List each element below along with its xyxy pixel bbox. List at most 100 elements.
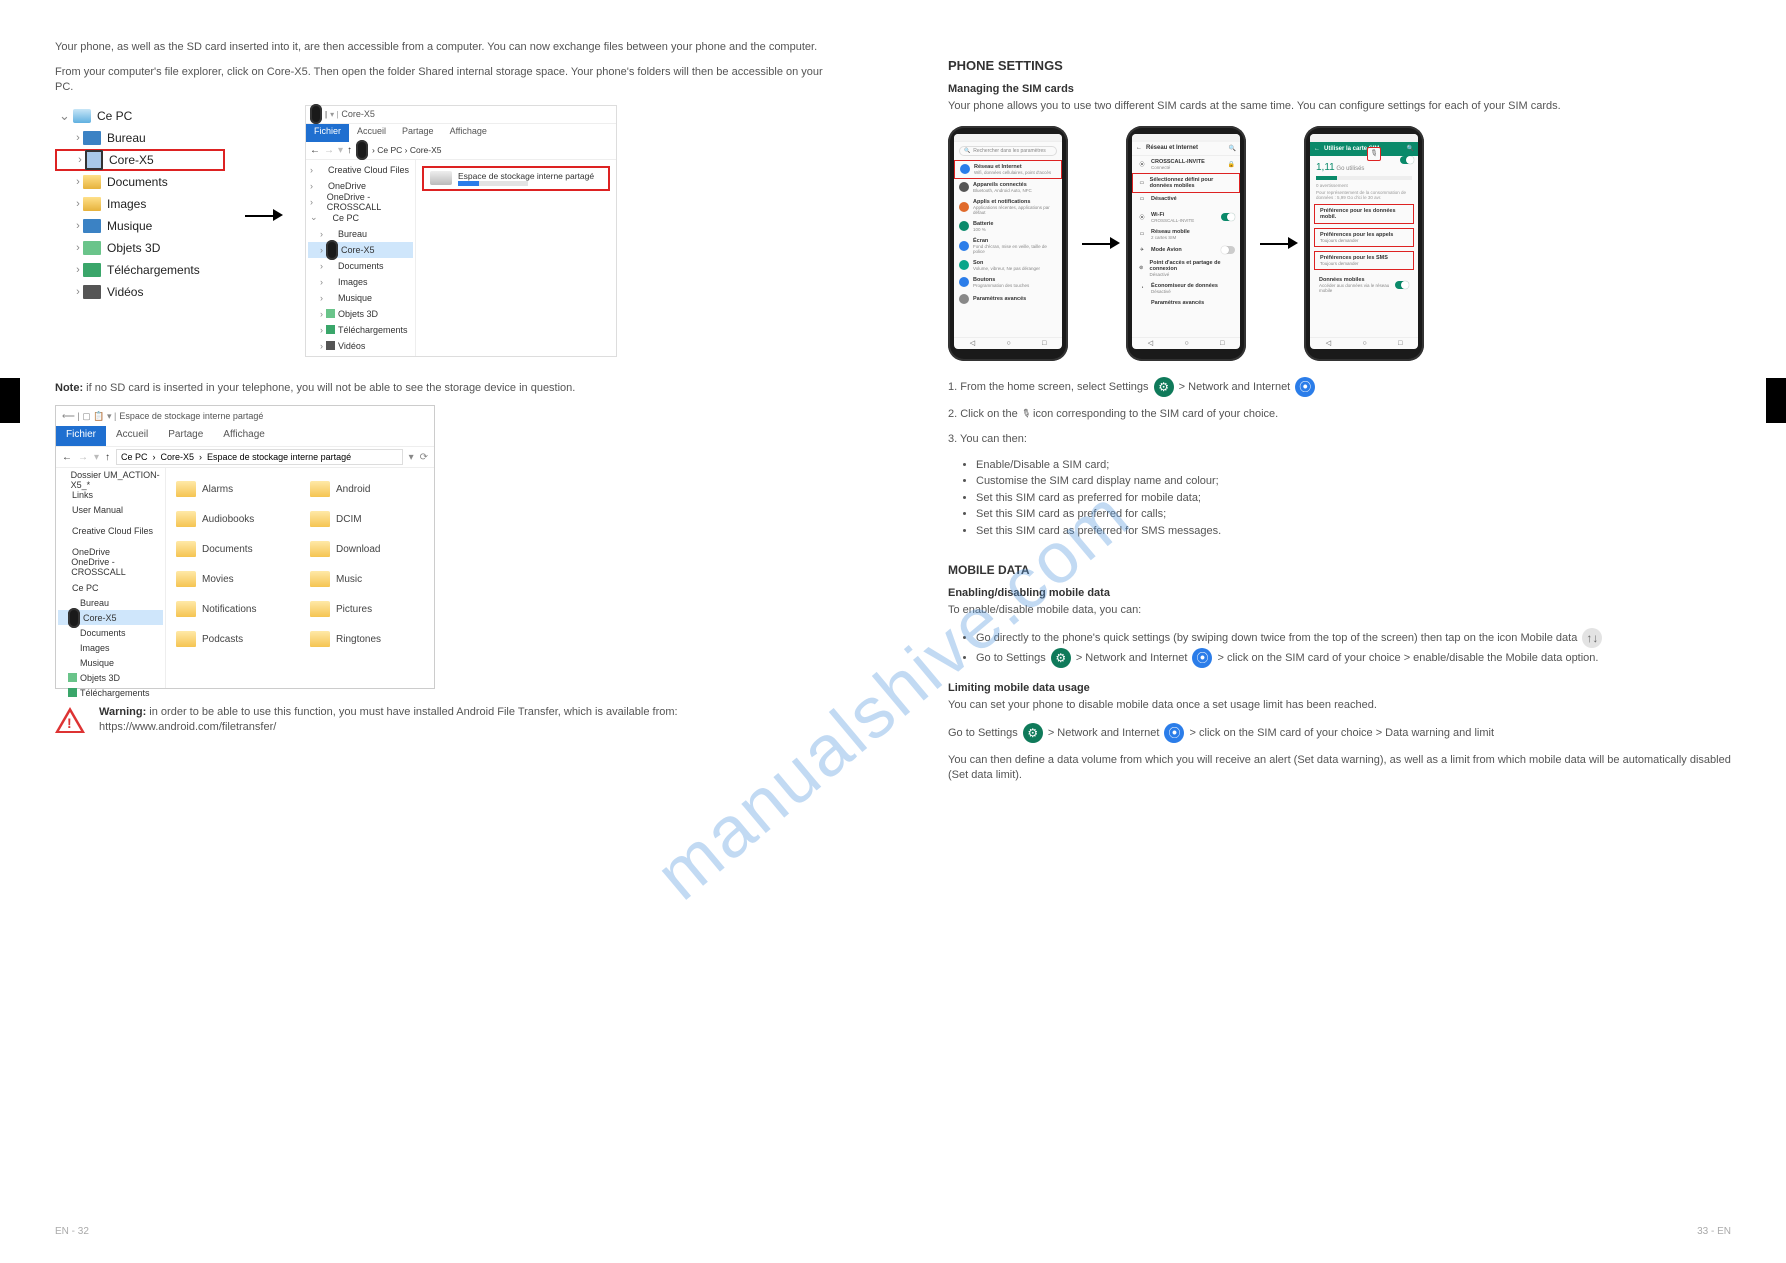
home-icon[interactable]: ○ <box>1006 340 1010 347</box>
net-item[interactable]: ⦿CROSSCALL-INVITEConnecté🔒 <box>1132 156 1240 173</box>
sidebar-item[interactable]: ›Images <box>308 274 413 290</box>
folder-item[interactable]: DCIM <box>310 504 424 534</box>
edit-sim-highlight[interactable]: ✎ <box>1367 147 1381 161</box>
sidebar-item-selected[interactable]: ›Core-X5 <box>308 242 413 258</box>
recents-icon[interactable]: □ <box>1398 340 1402 347</box>
settings-item[interactable]: Applis et notificationsApplications réce… <box>954 196 1062 218</box>
tree-item[interactable]: ›Téléchargements <box>55 259 225 281</box>
folder-item[interactable]: Music <box>310 564 424 594</box>
tree-root[interactable]: Ce PC <box>55 105 225 127</box>
sim-pref-calls[interactable]: Préférences pour les appelsToujours dema… <box>1314 228 1414 247</box>
folder-item[interactable]: Pictures <box>310 594 424 624</box>
toggle-on[interactable] <box>1400 156 1414 164</box>
sidebar-item[interactable]: ›OneDrive - CROSSCALL <box>308 194 413 210</box>
nav-up-icon[interactable]: ↑ <box>347 145 352 156</box>
sidebar-item[interactable]: Creative Cloud Files <box>58 523 163 538</box>
folder-item[interactable]: Android <box>310 474 424 504</box>
recents-icon[interactable]: □ <box>1042 340 1046 347</box>
net-item[interactable]: ◔Économiseur de donnéesDésactivé <box>1132 280 1240 297</box>
sidebar-item[interactable]: ›Documents <box>308 258 413 274</box>
folder-item[interactable]: Notifications <box>176 594 290 624</box>
folder-item[interactable]: Movies <box>176 564 290 594</box>
sidebar-item[interactable]: Objets 3D <box>58 670 163 685</box>
tree-item[interactable]: ›Objets 3D <box>55 237 225 259</box>
sidebar-item-selected[interactable]: Core-X5 <box>58 610 163 625</box>
toggle-on[interactable] <box>1395 281 1409 289</box>
tab-file[interactable]: Fichier <box>56 426 106 446</box>
sim-pref-sms[interactable]: Préférences pour les SMSToujours demande… <box>1314 251 1414 270</box>
tab-home[interactable]: Accueil <box>106 426 158 446</box>
home-icon[interactable]: ○ <box>1184 340 1188 347</box>
tree-item[interactable]: ›Documents <box>55 171 225 193</box>
sidebar-item[interactable]: User Manual <box>58 502 163 517</box>
settings-item[interactable]: Batterie100 % <box>954 218 1062 235</box>
tab-share[interactable]: Partage <box>394 124 442 142</box>
sidebar-item[interactable]: ›Objets 3D <box>308 306 413 322</box>
settings-item[interactable]: Appareils connectésBluetooth, Android Au… <box>954 179 1062 196</box>
home-icon[interactable]: ○ <box>1362 340 1366 347</box>
back-icon[interactable]: ← <box>1136 145 1142 151</box>
sidebar-item[interactable]: ›Creative Cloud Files <box>308 162 413 178</box>
folder-item[interactable]: Download <box>310 534 424 564</box>
sim-mobile-data[interactable]: Données mobilesAccéder aux données via l… <box>1314 274 1414 296</box>
sidebar-item[interactable]: Téléchargements <box>58 685 163 700</box>
nav-back-icon[interactable]: ← <box>62 452 72 463</box>
net-sim-item[interactable]: ▭Sélectionnez défini pour données mobile… <box>1132 173 1240 193</box>
nav-fwd-icon[interactable]: → <box>78 452 88 463</box>
toggle-on[interactable] <box>1221 213 1235 221</box>
sidebar-item[interactable]: Images <box>58 640 163 655</box>
sidebar-item[interactable]: Dossier UM_ACTION-X5_* <box>58 472 163 487</box>
tab-view[interactable]: Affichage <box>213 426 275 446</box>
nav-fwd-icon[interactable]: → <box>324 145 334 156</box>
search-icon[interactable]: 🔍 <box>1407 145 1414 152</box>
folder-item[interactable]: Audiobooks <box>176 504 290 534</box>
sidebar-item[interactable]: ⌄Ce PC <box>308 210 413 226</box>
back-icon[interactable]: ◁ <box>970 339 975 347</box>
folder-item[interactable]: Ringtones <box>310 624 424 654</box>
sidebar-item[interactable]: Musique <box>58 655 163 670</box>
folder-item[interactable]: Podcasts <box>176 624 290 654</box>
sidebar-item[interactable]: ›Vidéos <box>308 338 413 354</box>
back-icon[interactable]: ◁ <box>1326 339 1331 347</box>
net-item[interactable]: Paramètres avancés <box>1132 297 1240 309</box>
folder-icon <box>326 261 335 270</box>
net-item[interactable]: ▭Désactivé <box>1132 193 1240 205</box>
net-item[interactable]: ▭Réseau mobile2 cartes SIM <box>1132 226 1240 243</box>
settings-item[interactable]: BoutonsProgrammation des touches <box>954 274 1062 291</box>
folder-item[interactable]: Alarms <box>176 474 290 504</box>
net-item[interactable]: ⊚Point d'accès et partage de connexionDé… <box>1132 257 1240 280</box>
address-bar[interactable] <box>116 449 403 465</box>
sim-pref-data[interactable]: Préférence pour les données mobil. <box>1314 204 1414 224</box>
tree-item-selected[interactable]: ›Core-X5 <box>55 149 225 171</box>
search-icon[interactable]: 🔍 <box>1229 145 1236 152</box>
tree-item[interactable]: ›Musique <box>55 215 225 237</box>
tree-item[interactable]: ›Bureau <box>55 127 225 149</box>
storage-drive[interactable]: Espace de stockage interne partagé <box>422 166 610 191</box>
net-item[interactable]: ✈Mode Avion <box>1132 243 1240 257</box>
settings-item[interactable]: Paramètres avancés <box>954 291 1062 307</box>
nav-up-icon[interactable]: ↑ <box>105 452 110 463</box>
sidebar-item[interactable]: ›Téléchargements <box>308 322 413 338</box>
back-icon[interactable]: ◁ <box>1148 339 1153 347</box>
tab-share[interactable]: Partage <box>158 426 213 446</box>
settings-network[interactable]: Réseau et InternetWifi, données cellulai… <box>954 160 1062 179</box>
tab-home[interactable]: Accueil <box>349 124 394 142</box>
tab-view[interactable]: Affichage <box>442 124 495 142</box>
recents-icon[interactable]: □ <box>1220 340 1224 347</box>
back-icon[interactable]: ← <box>1314 146 1320 152</box>
nav-back-icon[interactable]: ← <box>310 145 320 156</box>
tab-file[interactable]: Fichier <box>306 124 349 142</box>
sidebar-item[interactable]: OneDrive - CROSSCALL <box>58 559 163 574</box>
sidebar-item[interactable]: Ce PC <box>58 580 163 595</box>
tree-item[interactable]: ›Vidéos <box>55 281 225 303</box>
refresh-icon[interactable]: ⟳ <box>420 452 428 463</box>
settings-item[interactable]: SonVolume, vibreur, Ne pas déranger <box>954 257 1062 274</box>
settings-item[interactable]: ÉcranFond d'écran, mise en veille, taill… <box>954 235 1062 257</box>
folder-item[interactable]: Documents <box>176 534 290 564</box>
sidebar-item[interactable]: ›Bureau <box>308 226 413 242</box>
net-item[interactable]: ⦿Wi-FiCROSSCALL-INVITE <box>1132 209 1240 226</box>
sidebar-item[interactable]: ›Musique <box>308 290 413 306</box>
search-input[interactable]: 🔍Rechercher dans les paramètres <box>959 146 1057 156</box>
tree-item[interactable]: ›Images <box>55 193 225 215</box>
toggle-off[interactable] <box>1221 246 1235 254</box>
